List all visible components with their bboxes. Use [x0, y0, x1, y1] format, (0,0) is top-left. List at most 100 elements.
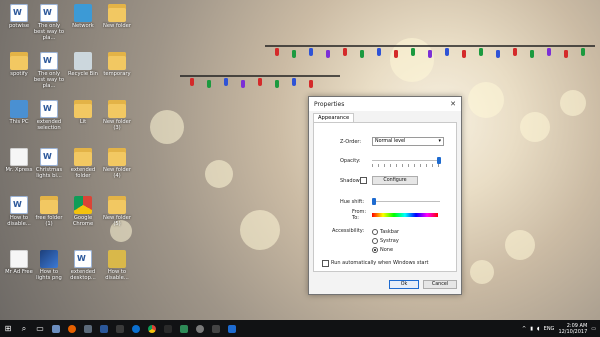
desktop-icon[interactable]: New folder: [103, 4, 131, 36]
dialog-titlebar[interactable]: Properties ✕: [309, 97, 461, 111]
network-icon[interactable]: ▮: [530, 326, 533, 332]
desktop-icon[interactable]: Recycle Bin: [68, 52, 98, 84]
configure-button[interactable]: Configure: [372, 176, 418, 185]
start-icon[interactable]: ⊞: [0, 320, 16, 337]
doc-icon: [40, 52, 58, 70]
hue-label: Hue shift:: [340, 199, 365, 205]
ok-button[interactable]: Ok: [389, 280, 419, 289]
taskbar-app-store[interactable]: [112, 320, 128, 337]
task-view-icon[interactable]: ▭: [32, 320, 48, 337]
taskbar-app-media[interactable]: [160, 320, 176, 337]
desktop-icon-label: Network: [72, 23, 94, 29]
desktop-icon[interactable]: Mr. Xpress: [6, 148, 32, 180]
desktop-icon[interactable]: New folder (4): [103, 148, 131, 180]
folder-icon: [74, 148, 92, 166]
desktop-icon-label: New folder (3): [102, 119, 132, 131]
zip-icon: [108, 250, 126, 268]
zorder-select[interactable]: Normal level ▾: [372, 137, 444, 146]
tab-appearance[interactable]: Appearance: [313, 113, 355, 122]
desktop-icon-label: spotify: [10, 71, 28, 77]
pc-icon: [10, 100, 28, 118]
doc-icon: [74, 250, 92, 268]
desktop-icon[interactable]: potwise: [6, 4, 32, 36]
desktop-icon[interactable]: Mr Ad Free: [5, 250, 33, 282]
volume-icon[interactable]: ◖: [537, 326, 540, 332]
language-indicator[interactable]: ENG: [544, 326, 555, 332]
radio-systray-label: Systray: [380, 238, 399, 244]
taskbar-app-edge[interactable]: [128, 320, 144, 337]
desktop-icon[interactable]: extended folder: [70, 148, 96, 180]
run-automatically-checkbox[interactable]: [322, 260, 329, 267]
radio-taskbar[interactable]: [372, 229, 378, 235]
desktop-icon[interactable]: spotify: [6, 52, 32, 84]
desktop-icon[interactable]: This PC: [6, 100, 32, 132]
clock-date: 12/10/2017: [558, 328, 588, 335]
doc-icon: [10, 196, 28, 214]
desktop-icon[interactable]: New folder (5): [103, 196, 131, 228]
desktop-icon[interactable]: How to disable...: [104, 250, 130, 282]
desktop-icon[interactable]: Christmas lights bi...: [36, 148, 62, 180]
shadow-checkbox[interactable]: [360, 177, 367, 184]
chevron-up-icon[interactable]: ^: [522, 326, 526, 332]
doc-icon: [10, 4, 28, 22]
folder-icon: [108, 4, 126, 22]
doc-icon: [40, 148, 58, 166]
bin-icon: [74, 52, 92, 70]
desktop-icon[interactable]: How to lights png: [36, 250, 62, 282]
desktop-icon-label: Lit: [79, 119, 87, 125]
taskbar-app-photos[interactable]: [48, 320, 64, 337]
close-icon[interactable]: ✕: [450, 100, 456, 108]
desktop-icon-label: free folder (1): [35, 215, 63, 227]
desktop-icon-label: New folder: [102, 23, 132, 29]
opacity-slider-track[interactable]: [372, 160, 440, 161]
desktop-icon[interactable]: Google Chrome: [70, 196, 96, 228]
taskbar-app-bag[interactable]: [176, 320, 192, 337]
hue-slider-thumb[interactable]: [372, 198, 376, 205]
radio-none[interactable]: [372, 247, 378, 253]
desktop-icon[interactable]: extended selection: [36, 100, 62, 132]
desktop-icon[interactable]: extended desktop...: [70, 250, 96, 282]
taskbar-app-word[interactable]: [96, 320, 112, 337]
net-icon: [74, 4, 92, 22]
folder-icon: [10, 52, 28, 70]
cancel-button[interactable]: Cancel: [423, 280, 457, 289]
appearance-panel: Z-Order: Normal level ▾ Opacity: Shadow:…: [313, 122, 457, 272]
accessibility-label: Accessibility:: [332, 228, 365, 234]
notifications-icon[interactable]: ▭: [591, 326, 596, 332]
hue-slider-track[interactable]: [372, 201, 440, 202]
taskbar-app-chrome[interactable]: [144, 320, 160, 337]
folder-icon: [108, 100, 126, 118]
zorder-label: Z-Order:: [340, 139, 362, 145]
dialog-title: Properties: [314, 100, 345, 108]
taskbar-app-misc[interactable]: [208, 320, 224, 337]
radio-systray[interactable]: [372, 238, 378, 244]
desktop-icon[interactable]: Lit: [70, 100, 96, 132]
desktop-icon-label: This PC: [9, 119, 29, 125]
taskbar-app-active[interactable]: [224, 320, 240, 337]
opacity-label: Opacity:: [340, 158, 361, 164]
desktop-icon[interactable]: The only best way to pla...: [34, 4, 64, 41]
desktop-icon[interactable]: The only best way to pla...: [34, 52, 64, 89]
opacity-ticks: [372, 164, 440, 167]
desktop-icon[interactable]: temporary: [103, 52, 131, 84]
desktop-icon-label: New folder (4): [102, 167, 132, 179]
desktop-icon[interactable]: New folder (3): [103, 100, 131, 132]
desktop-icon-label: Mr Ad Free: [5, 269, 33, 275]
hue-gradient-bar: [372, 213, 438, 217]
clock[interactable]: 2:09 AM 12/10/2017: [558, 323, 587, 335]
img-icon: [40, 250, 58, 268]
folder-icon: [74, 100, 92, 118]
opacity-slider-thumb[interactable]: [437, 157, 441, 164]
desktop-icon[interactable]: How to disable...: [6, 196, 32, 228]
taskbar-app-settings[interactable]: [192, 320, 208, 337]
desktop-icon[interactable]: Network: [70, 4, 96, 36]
taskbar-app-firefox[interactable]: [64, 320, 80, 337]
desktop-icon[interactable]: free folder (1): [36, 196, 62, 228]
taskbar: ⊞ ⌕ ▭ ^ ▮ ◖ ENG 2:09 AM 12/10/2017 ▭: [0, 320, 600, 337]
zorder-value: Normal level: [375, 139, 406, 144]
christmas-lights-strand-2: [180, 75, 340, 77]
app-icon: [10, 250, 28, 268]
folder-icon: [108, 196, 126, 214]
search-icon[interactable]: ⌕: [16, 320, 32, 337]
taskbar-app-mail[interactable]: [80, 320, 96, 337]
